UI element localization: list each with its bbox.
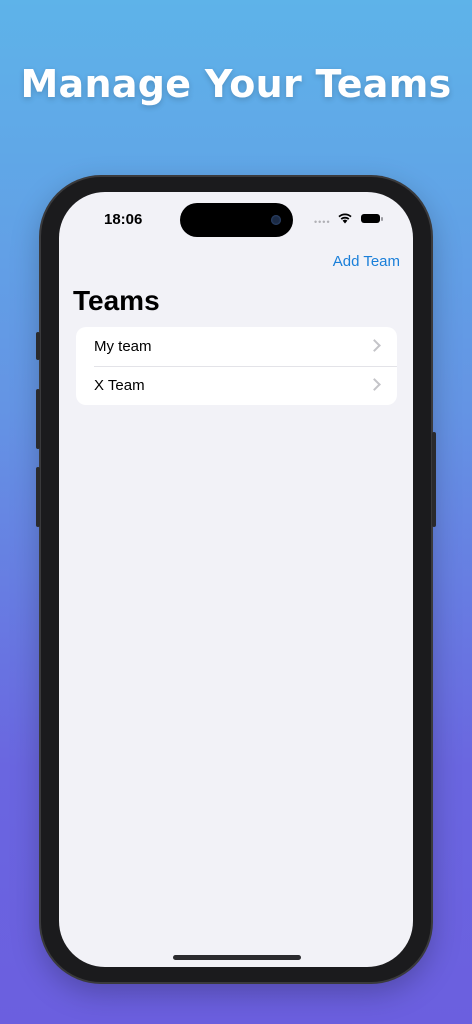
signal-icon: ••••	[314, 217, 331, 227]
team-row[interactable]: My team	[76, 327, 397, 366]
action-button	[36, 332, 40, 360]
wifi-icon	[338, 213, 352, 224]
team-row[interactable]: X Team	[76, 366, 397, 405]
headline: Manage Your Teams	[20, 62, 452, 106]
status-time: 18:06	[104, 211, 143, 228]
battery-icon	[361, 214, 383, 223]
chevron-right-icon	[368, 339, 381, 352]
power-button	[432, 432, 436, 527]
home-indicator[interactable]	[173, 955, 301, 960]
camera-icon	[271, 215, 281, 225]
page-title: Teams	[73, 285, 160, 316]
chevron-right-icon	[368, 378, 381, 391]
add-team-button[interactable]: Add Team	[333, 253, 400, 270]
dynamic-island	[180, 203, 293, 237]
team-name: My team	[94, 338, 152, 355]
phone-frame: 18:06 •••• Add Team Teams My team X Team	[36, 177, 436, 982]
team-name: X Team	[94, 377, 145, 394]
screen: 18:06 •••• Add Team Teams My team X Team	[59, 192, 413, 967]
volume-up-button	[36, 389, 40, 449]
teams-list: My team X Team	[76, 327, 397, 405]
volume-down-button	[36, 467, 40, 527]
